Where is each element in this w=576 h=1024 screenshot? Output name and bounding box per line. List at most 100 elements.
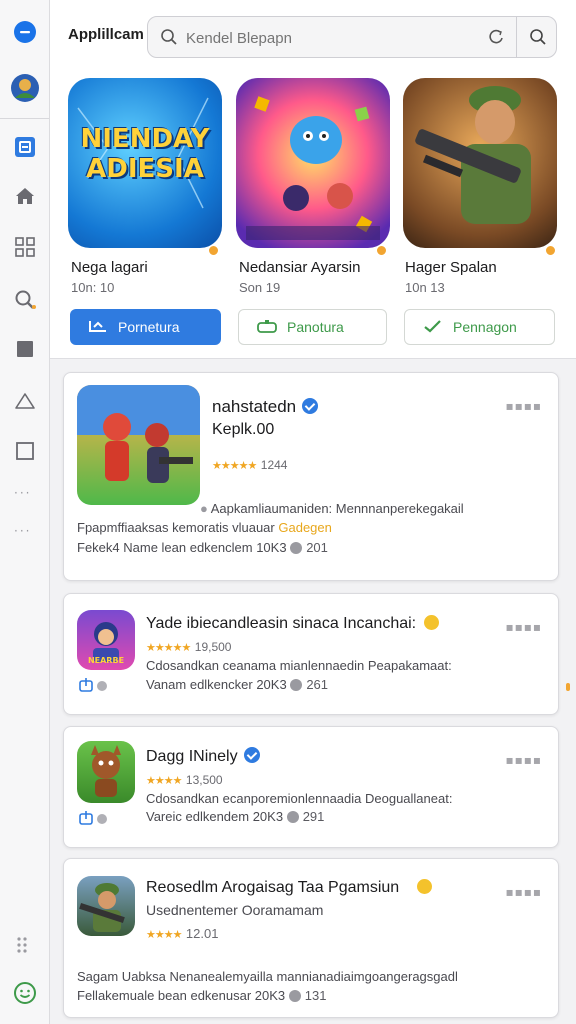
apps-icon[interactable] xyxy=(10,232,40,262)
app-card-4-line1: Sagam Uabksa Nenanealemyailla mannianadi… xyxy=(77,969,458,984)
featured-2-title: Nedansiar Ayarsin xyxy=(239,259,361,276)
app-card-3-icon xyxy=(77,741,135,803)
app-card-2-line1: Cdosandkan ceanama mianlennaedin Peapaka… xyxy=(146,658,452,673)
featured-1-action-button[interactable]: Pornetura xyxy=(70,309,221,345)
smiley-icon[interactable] xyxy=(10,978,40,1008)
featured-1-status-dot xyxy=(208,245,219,256)
app-card-2-count-value: 261 xyxy=(306,677,329,692)
featured-2-subtitle: Son 19 xyxy=(239,280,281,295)
app-card-4-subtitle: Usednentemer Ooramamam xyxy=(146,902,324,918)
app-card-2-name-text: Yade ibiecandleasin sinaca Incanchai: xyxy=(146,615,417,632)
app-card-1-name: nahstatedn xyxy=(212,397,319,417)
app-card-1-rating-value: 1244 xyxy=(260,458,288,472)
share-icon[interactable] xyxy=(79,810,109,826)
emoji-icon xyxy=(417,879,433,894)
app-card-1-more-icon[interactable]: ▪▪▪▪ xyxy=(505,399,542,413)
emoji-icon xyxy=(424,615,440,630)
featured-1-title: Nega lagari xyxy=(71,259,148,276)
search-icon[interactable] xyxy=(10,285,40,315)
app-card-2-icon: NEARBE xyxy=(77,610,135,670)
search-submit-icon[interactable] xyxy=(529,28,547,51)
app-card-3-count: 291 xyxy=(286,809,325,824)
alert-icon[interactable] xyxy=(10,386,40,416)
app-card-1-count-value: 201 xyxy=(306,540,328,555)
featured-3-title: Hager Spalan xyxy=(405,259,497,276)
app-card-2-rating-value: 19,500 xyxy=(194,640,232,654)
verified-icon xyxy=(302,398,319,414)
verified-icon xyxy=(243,747,260,763)
refresh-icon[interactable] xyxy=(488,28,506,51)
app-card-4-line2-text: Fellakemuale bean edkenusar 20K3 xyxy=(77,988,286,1003)
library-icon[interactable] xyxy=(10,132,40,162)
featured-card-1[interactable]: NIENDAY ADIESIA xyxy=(68,78,222,248)
app-card-2-rating: ★★★★★ 19,500 xyxy=(146,638,231,656)
avatar[interactable] xyxy=(10,73,40,103)
app-card-4-more-icon[interactable]: ▪▪▪▪ xyxy=(505,885,542,899)
app-card-3-line1: Cdosandkan ecanporemionlennaadia Deogual… xyxy=(146,791,453,806)
scrollbar-thumb[interactable] xyxy=(566,683,570,691)
app-card-1-line2-text: Fpapmffiaaksas kemoratis vluauar xyxy=(77,520,275,535)
app-card-3-more-icon[interactable]: ▪▪▪▪ xyxy=(505,753,542,767)
stars-icon: ★★★★ xyxy=(146,928,182,941)
search-icon xyxy=(160,28,178,51)
featured-3-subtitle: 10n 13 xyxy=(405,280,445,295)
app-card-2-more-icon[interactable]: ▪▪▪▪ xyxy=(505,620,542,634)
app-card-3-rating: ★★★★ 13,500 xyxy=(146,771,223,789)
app-card-1-icon xyxy=(77,385,200,505)
app-card-3-line2-text: Vareic edlkendem 20K3 xyxy=(146,809,284,824)
app-card-1-subtitle: Keplk.00 xyxy=(212,421,275,438)
app-card-3-name-text: Dagg INinely xyxy=(146,748,238,765)
menu-icon[interactable] xyxy=(10,17,40,47)
more-dots-icon[interactable]: ··· xyxy=(14,486,31,500)
search-divider xyxy=(516,17,517,57)
app-card-2-line2: Vanam edlkencker 20K3 261 xyxy=(146,677,328,692)
app-card-3-line2: Vareic edlkendem 20K3 291 xyxy=(146,809,324,824)
grid-icon[interactable] xyxy=(10,930,40,960)
app-card-2[interactable]: NEARBE Yade ibiecandleasin sinaca Incanc… xyxy=(63,593,559,715)
controller-icon xyxy=(88,319,108,336)
featured-1-action-label: Pornetura xyxy=(118,319,180,335)
app-card-3-count-value: 291 xyxy=(302,809,325,824)
app-card-1-line1-text: Aapkamliaumaniden: Mennnanperekegakail xyxy=(210,501,464,516)
app-card-1-line1: ● Aapkamliaumaniden: Mennnanperekegakail xyxy=(200,501,464,516)
rail-divider xyxy=(0,118,49,119)
home-icon[interactable] xyxy=(10,181,40,211)
featured-art-3 xyxy=(403,78,557,248)
app-card-1-line3-text: Fekek4 Name lean edkenclem 10K3 xyxy=(77,540,287,555)
left-rail: ··· ··· xyxy=(0,0,50,1024)
check-icon xyxy=(423,319,443,336)
app-card-3-rating-value: 13,500 xyxy=(185,773,223,787)
app-card-3-name: Dagg INinely xyxy=(146,747,260,766)
app-card-1[interactable]: nahstatedn Keplk.00 ★★★★★ 1244 ▪▪▪▪ ● Aa… xyxy=(63,372,559,581)
search-input[interactable] xyxy=(186,27,476,49)
app-card-1-rating: ★★★★★ 1244 xyxy=(212,456,287,474)
stop-icon[interactable] xyxy=(10,334,40,364)
window-icon[interactable] xyxy=(10,436,40,466)
featured-art-1-text: NIENDAY ADIESIA xyxy=(80,124,210,184)
gamepad-icon xyxy=(257,319,277,336)
stars-icon: ★★★★★ xyxy=(146,641,191,654)
featured-card-2[interactable] xyxy=(236,78,390,248)
more-dots-icon-2[interactable]: ··· xyxy=(14,524,31,538)
featured-2-action-label: Panotura xyxy=(287,319,344,335)
stars-icon: ★★★★ xyxy=(146,774,182,787)
search-bar[interactable] xyxy=(147,16,557,58)
app-card-4-line2: Fellakemuale bean edkenusar 20K3 131 xyxy=(77,988,326,1003)
app-card-3[interactable]: Dagg INinely ★★★★ 13,500 ▪▪▪▪ Cdosandkan… xyxy=(63,726,559,848)
app-card-2-name: Yade ibiecandleasin sinaca Incanchai: xyxy=(146,615,440,633)
app-card-4-name: Reosedlm Arogaisag Taa Pgamsiun xyxy=(146,879,433,897)
app-card-2-count: 261 xyxy=(290,677,328,692)
app-card-1-highlight: Gadegen xyxy=(278,520,332,535)
featured-card-3[interactable] xyxy=(403,78,557,248)
app-card-1-line2: Fpapmffiaaksas kemoratis vluauar Gadegen xyxy=(77,520,332,535)
share-icon[interactable] xyxy=(79,677,109,693)
app-card-2-line2-text: Vanam edlkencker 20K3 xyxy=(146,677,287,692)
app-card-4[interactable]: Reosedlm Arogaisag Taa Pgamsiun Usednent… xyxy=(63,858,559,1018)
app-card-1-name-text: nahstatedn xyxy=(212,397,297,416)
featured-3-action-label: Pennagon xyxy=(453,319,517,335)
featured-3-action-button[interactable]: Pennagon xyxy=(404,309,555,345)
featured-2-action-button[interactable]: Panotura xyxy=(238,309,387,345)
app-window: ··· ··· Applillcam NIENDAY ADIESIA xyxy=(0,0,576,1024)
featured-art-1: NIENDAY ADIESIA xyxy=(68,78,222,248)
app-title: Applillcam xyxy=(68,26,144,43)
